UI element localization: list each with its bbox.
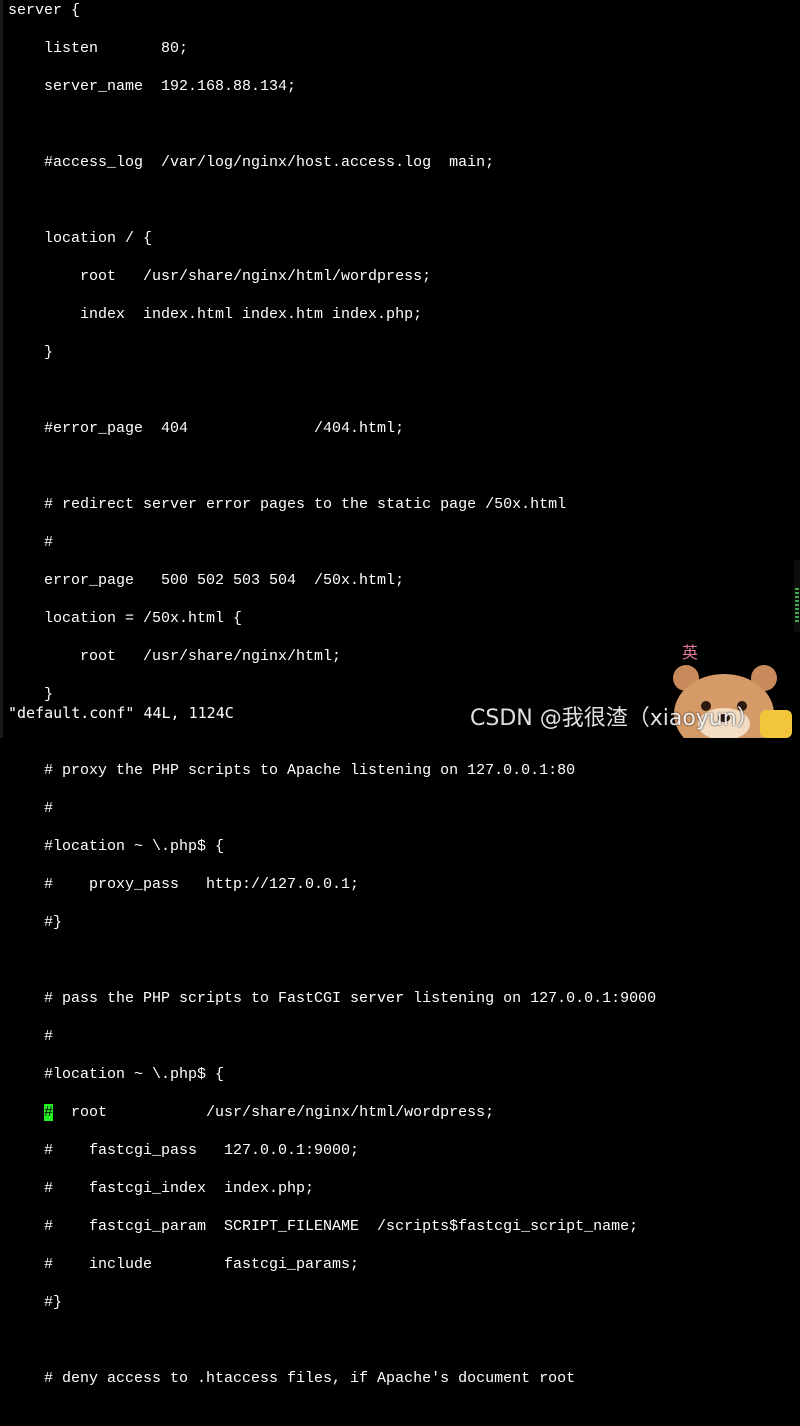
code-line: #}: [8, 914, 63, 931]
code-line: #: [8, 534, 54, 551]
code-line: # include fastcgi_params;: [8, 1256, 360, 1273]
code-line: # fastcgi_pass 127.0.0.1:9000;: [8, 1142, 360, 1159]
bear-badge: [760, 710, 792, 738]
code-line: location = /50x.html {: [8, 610, 243, 627]
text-cursor: #: [44, 1104, 54, 1121]
code-line: listen 80;: [8, 40, 189, 57]
code-line: # fastcgi_index index.php;: [8, 1180, 315, 1197]
code-line: #}: [8, 1294, 63, 1311]
code-line: #: [8, 800, 54, 817]
code-line: }: [8, 344, 54, 361]
csdn-watermark: CSDN @我很渣（xiaoyun）: [470, 706, 759, 731]
code-line: #error_page 404 /404.html;: [8, 420, 405, 437]
cursor-line-rest: root /usr/share/nginx/html/wordpress;: [53, 1104, 495, 1121]
code-line: #location ~ \.php$ {: [8, 838, 225, 855]
code-line-with-cursor: # root /usr/share/nginx/html/wordpress;: [8, 1103, 656, 1122]
code-line: #access_log /var/log/nginx/host.access.l…: [8, 154, 495, 171]
scrollbar-thumb[interactable]: [795, 588, 799, 624]
code-line: error_page 500 502 503 504 /50x.html;: [8, 572, 405, 589]
code-line: #: [8, 1028, 54, 1045]
code-line: # fastcgi_param SCRIPT_FILENAME /scripts…: [8, 1218, 639, 1235]
code-line: server {: [8, 2, 81, 19]
code-line: # proxy_pass http://127.0.0.1;: [8, 876, 360, 893]
scrollbar[interactable]: [794, 560, 800, 632]
window-left-border: [0, 0, 3, 738]
code-line: index index.html index.htm index.php;: [8, 306, 423, 323]
vim-status-line: "default.conf" 44L, 1124C: [8, 704, 234, 722]
code-line: server_name 192.168.88.134;: [8, 78, 297, 95]
code-line: # proxy the PHP scripts to Apache listen…: [8, 762, 576, 779]
code-line: # redirect server error pages to the sta…: [8, 496, 567, 513]
terminal-window[interactable]: server { listen 80; server_name 192.168.…: [0, 0, 800, 1387]
code-line: # deny access to .htaccess files, if Apa…: [8, 1370, 576, 1387]
code-line: root /usr/share/nginx/html/wordpress;: [8, 268, 432, 285]
code-line: #location ~ \.php$ {: [8, 1066, 225, 1083]
cursor-indent: [8, 1104, 44, 1121]
code-line: root /usr/share/nginx/html;: [8, 648, 342, 665]
code-line: location / {: [8, 230, 153, 247]
code-line: # pass the PHP scripts to FastCGI server…: [8, 990, 657, 1007]
mascot-label: 英: [682, 643, 698, 662]
